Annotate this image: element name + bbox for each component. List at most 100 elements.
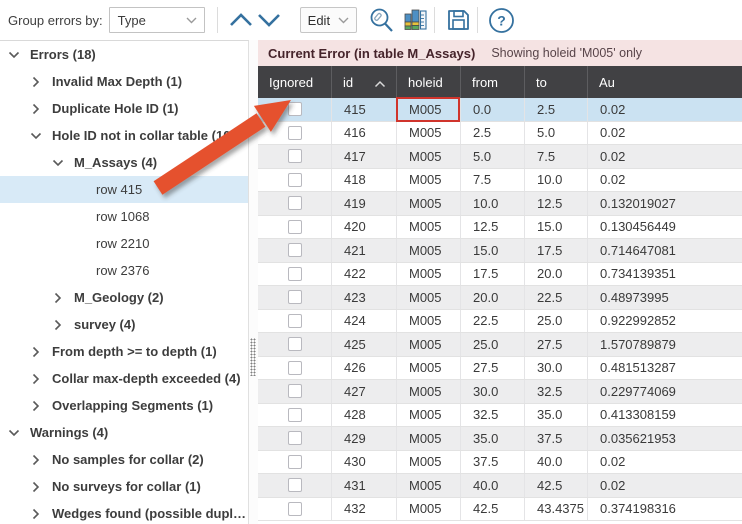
tree-item-m-assays-4-[interactable]: M_Assays (4) — [0, 149, 248, 176]
ignored-checkbox[interactable] — [288, 196, 302, 210]
to-value: 15.0 — [537, 219, 562, 234]
ignored-checkbox[interactable] — [288, 102, 302, 116]
help-icon[interactable]: ? — [486, 6, 516, 34]
table-row-id-430[interactable]: 430M00537.540.00.02 — [258, 451, 742, 475]
tree-item-survey-4-[interactable]: survey (4) — [0, 311, 248, 338]
ignored-checkbox[interactable] — [288, 431, 302, 445]
tree-item-m-geology-2-[interactable]: M_Geology (2) — [0, 284, 248, 311]
table-row-id-416[interactable]: 416M0052.55.00.02 — [258, 122, 742, 146]
table-row-id-423[interactable]: 423M00520.022.50.48973995 — [258, 286, 742, 310]
panel-splitter[interactable] — [249, 40, 258, 524]
table-row-id-429[interactable]: 429M00535.037.50.035621953 — [258, 427, 742, 451]
ignored-checkbox[interactable] — [288, 243, 302, 257]
tree-item-row-2376[interactable]: row 2376 — [0, 257, 248, 284]
ignored-cell — [258, 98, 332, 121]
to-cell: 43.4375 — [525, 498, 588, 521]
au-cell: 0.02 — [588, 122, 742, 145]
holeid-cell: M005 — [397, 310, 461, 333]
holeid-cell: M005 — [397, 451, 461, 474]
from-value: 37.5 — [473, 454, 498, 469]
chevron-right-icon[interactable] — [52, 291, 74, 305]
tree-item-warnings-4-[interactable]: Warnings (4) — [0, 419, 248, 446]
table-row-id-425[interactable]: 425M00525.027.51.570789879 — [258, 333, 742, 357]
tree-item-from-depth-to-depth-1-[interactable]: From depth >= to depth (1) — [0, 338, 248, 365]
interval-log-icon[interactable] — [400, 6, 430, 34]
chevron-right-icon[interactable] — [30, 480, 52, 494]
chevron-down-icon[interactable] — [52, 156, 74, 170]
ignored-cell — [258, 357, 332, 380]
column-header-to[interactable]: to — [525, 66, 588, 98]
previous-error-button[interactable] — [227, 7, 255, 33]
tree-item-no-surveys-for-collar-1-[interactable]: No surveys for collar (1) — [0, 473, 248, 500]
table-row-id-431[interactable]: 431M00540.042.50.02 — [258, 474, 742, 498]
ignored-cell — [258, 310, 332, 333]
chevron-down-icon[interactable] — [8, 426, 30, 440]
ignored-checkbox[interactable] — [288, 408, 302, 422]
ignored-checkbox[interactable] — [288, 220, 302, 234]
ignored-checkbox[interactable] — [288, 478, 302, 492]
chevron-right-icon[interactable] — [30, 507, 52, 521]
ignored-checkbox[interactable] — [288, 173, 302, 187]
tree-item-overlapping-segments-1-[interactable]: Overlapping Segments (1) — [0, 392, 248, 419]
search-edit-icon[interactable] — [366, 6, 396, 34]
chevron-right-icon[interactable] — [30, 75, 52, 89]
tree-item-label: row 1068 — [96, 209, 149, 224]
tree-item-wedges-found-possible-duplicate-[interactable]: Wedges found (possible duplicate ... — [0, 500, 248, 524]
table-body: 415M0050.02.50.02416M0052.55.00.02417M00… — [258, 98, 742, 521]
chevron-right-icon[interactable] — [30, 453, 52, 467]
table-row-id-418[interactable]: 418M0057.510.00.02 — [258, 169, 742, 193]
table-row-id-432[interactable]: 432M00542.543.43750.374198316 — [258, 498, 742, 522]
column-header-id[interactable]: id — [332, 66, 397, 98]
ignored-checkbox[interactable] — [288, 149, 302, 163]
tree-item-no-samples-for-collar-2-[interactable]: No samples for collar (2) — [0, 446, 248, 473]
ignored-checkbox[interactable] — [288, 361, 302, 375]
tree-item-duplicate-hole-id-1-[interactable]: Duplicate Hole ID (1) — [0, 95, 248, 122]
table-row-id-426[interactable]: 426M00527.530.00.481513287 — [258, 357, 742, 381]
table-row-id-427[interactable]: 427M00530.032.50.229774069 — [258, 380, 742, 404]
tree-item-row-415[interactable]: row 415 — [0, 176, 248, 203]
ignored-checkbox[interactable] — [288, 502, 302, 516]
column-header-ignored[interactable]: Ignored — [258, 66, 332, 98]
group-by-dropdown[interactable]: Type — [109, 7, 205, 33]
id-value: 423 — [344, 290, 366, 305]
ignored-checkbox[interactable] — [288, 314, 302, 328]
chevron-right-icon[interactable] — [30, 372, 52, 386]
column-header-holeid[interactable]: holeid — [397, 66, 461, 98]
chevron-right-icon[interactable] — [30, 102, 52, 116]
next-error-button[interactable] — [255, 7, 283, 33]
ignored-checkbox[interactable] — [288, 455, 302, 469]
table-row-id-419[interactable]: 419M00510.012.50.132019027 — [258, 192, 742, 216]
table-row-id-424[interactable]: 424M00522.525.00.922992852 — [258, 310, 742, 334]
table-row-id-420[interactable]: 420M00512.515.00.130456449 — [258, 216, 742, 240]
chevron-down-icon[interactable] — [8, 48, 30, 62]
table-header-row: IgnoredidholeidfromtoAu — [258, 66, 742, 98]
ignored-checkbox[interactable] — [288, 337, 302, 351]
tree-item-row-2210[interactable]: row 2210 — [0, 230, 248, 257]
edit-button[interactable]: Edit — [300, 7, 357, 33]
table-row-id-421[interactable]: 421M00515.017.50.714647081 — [258, 239, 742, 263]
ignored-checkbox[interactable] — [288, 384, 302, 398]
tree-item-row-1068[interactable]: row 1068 — [0, 203, 248, 230]
column-header-from[interactable]: from — [461, 66, 525, 98]
ignored-cell — [258, 263, 332, 286]
au-value: 0.02 — [600, 102, 625, 117]
chevron-down-icon[interactable] — [30, 129, 52, 143]
save-icon[interactable] — [443, 6, 473, 34]
tree-item-invalid-max-depth-1-[interactable]: Invalid Max Depth (1) — [0, 68, 248, 95]
id-cell: 415 — [332, 98, 397, 121]
table-row-id-428[interactable]: 428M00532.535.00.413308159 — [258, 404, 742, 428]
table-row-id-415[interactable]: 415M0050.02.50.02 — [258, 98, 742, 122]
table-row-id-417[interactable]: 417M0055.07.50.02 — [258, 145, 742, 169]
tree-item-hole-id-not-in-collar-table-10-[interactable]: Hole ID not in collar table (10) — [0, 122, 248, 149]
chevron-right-icon[interactable] — [52, 318, 74, 332]
ignored-checkbox[interactable] — [288, 126, 302, 140]
table-row-id-422[interactable]: 422M00517.520.00.734139351 — [258, 263, 742, 287]
ignored-checkbox[interactable] — [288, 290, 302, 304]
tree-item-errors-18-[interactable]: Errors (18) — [0, 41, 248, 68]
chevron-right-icon[interactable] — [30, 399, 52, 413]
column-header-au[interactable]: Au — [588, 66, 742, 98]
chevron-right-icon[interactable] — [30, 345, 52, 359]
tree-item-collar-max-depth-exceeded-4-[interactable]: Collar max-depth exceeded (4) — [0, 365, 248, 392]
ignored-checkbox[interactable] — [288, 267, 302, 281]
error-tree: Errors (18)Invalid Max Depth (1)Duplicat… — [0, 41, 248, 524]
